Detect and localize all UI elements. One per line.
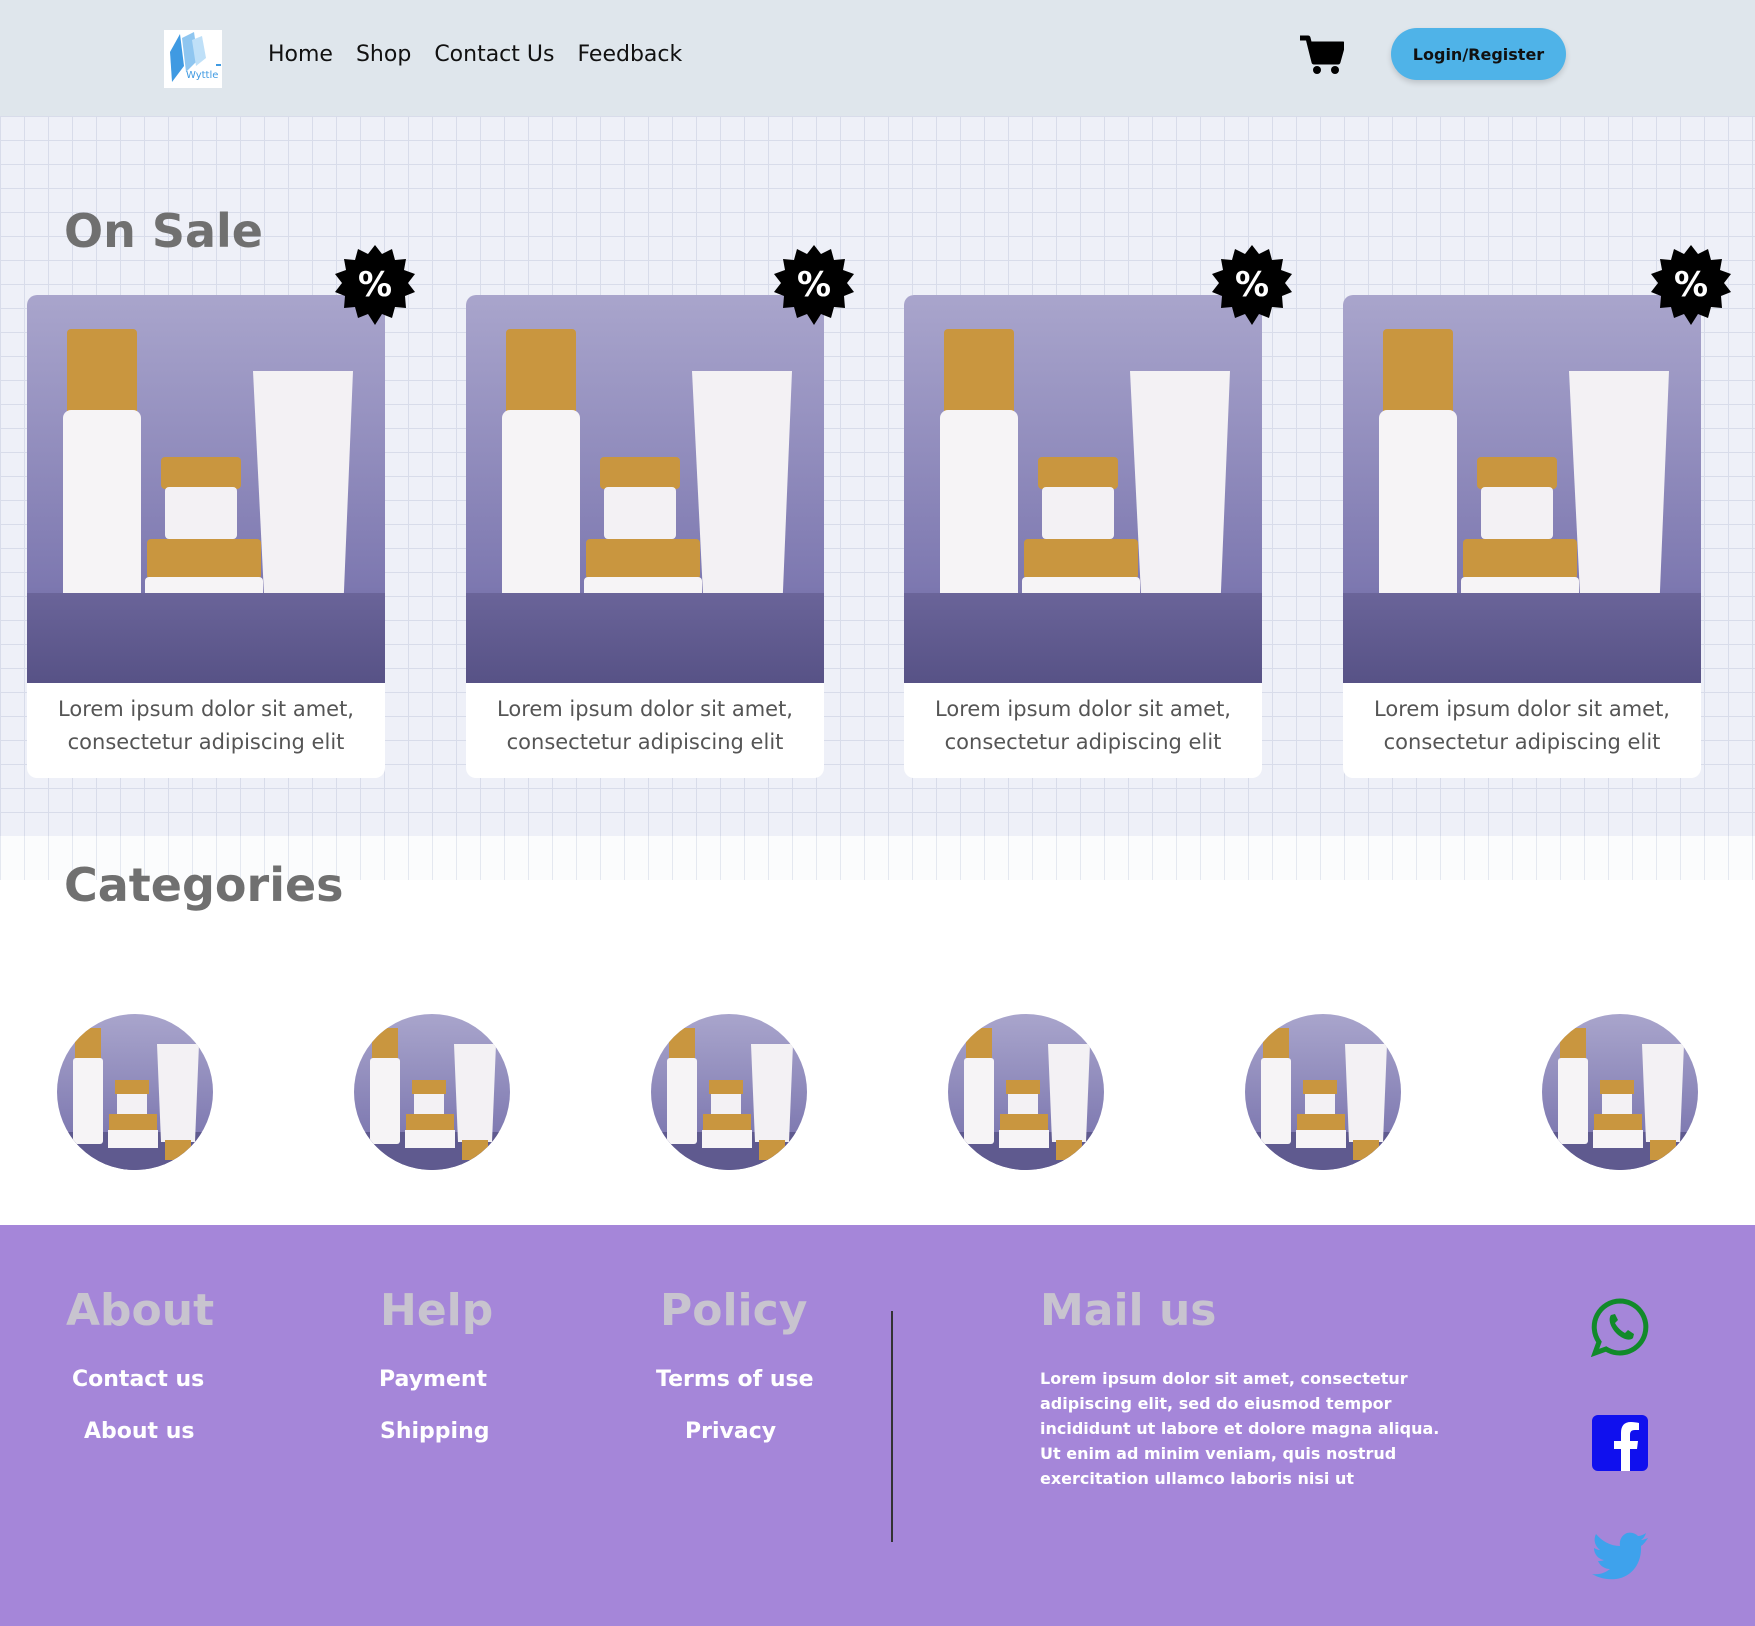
twitter-icon[interactable]: [1590, 1528, 1650, 1588]
nav-contact-us[interactable]: Contact Us: [434, 40, 554, 70]
category-item[interactable]: [651, 1014, 807, 1170]
logo-text: Wyttle: [186, 70, 219, 81]
main-nav: Home Shop Contact Us Feedback: [268, 40, 705, 70]
footer-link-contact-us[interactable]: Contact us: [72, 1367, 204, 1392]
category-image: [1542, 1028, 1698, 1170]
footer-help-title: Help: [380, 1285, 494, 1336]
category-image: [1245, 1028, 1401, 1170]
product-image: [904, 295, 1262, 683]
category-image: [354, 1028, 510, 1170]
product-card[interactable]: Lorem ipsum dolor sit amet, consectetur …: [1343, 245, 1731, 778]
product-image: [466, 295, 824, 683]
on-sale-title: On Sale: [64, 204, 264, 258]
cart-icon[interactable]: [1300, 35, 1346, 75]
discount-badge-icon: %: [1212, 245, 1292, 325]
footer-mail-text: Lorem ipsum dolor sit amet, consectetur …: [1040, 1369, 1440, 1488]
whatsapp-icon[interactable]: [1590, 1297, 1650, 1358]
product-card[interactable]: Lorem ipsum dolor sit amet, consectetur …: [27, 245, 415, 778]
category-item[interactable]: [1542, 1014, 1698, 1170]
discount-badge-icon: %: [335, 245, 415, 325]
facebook-icon[interactable]: [1590, 1413, 1650, 1473]
category-item[interactable]: [1245, 1014, 1401, 1170]
product-caption: Lorem ipsum dolor sit amet, consectetur …: [58, 697, 354, 754]
discount-badge-icon: %: [1651, 245, 1731, 325]
nav-feedback[interactable]: Feedback: [577, 40, 682, 70]
category-image: [57, 1028, 213, 1170]
product-card[interactable]: Lorem ipsum dolor sit amet, consectetur …: [904, 245, 1292, 778]
nav-shop[interactable]: Shop: [356, 40, 411, 70]
svg-text:%: %: [1235, 265, 1269, 305]
svg-text:%: %: [1674, 265, 1708, 305]
svg-text:%: %: [358, 265, 392, 305]
product-caption: Lorem ipsum dolor sit amet, consectetur …: [1374, 697, 1670, 754]
footer-link-privacy[interactable]: Privacy: [685, 1419, 776, 1444]
category-item[interactable]: [354, 1014, 510, 1170]
category-image: [651, 1028, 807, 1170]
site-header: Wyttle Home Shop Contact Us Feedback Log…: [0, 0, 1755, 116]
product-image: [27, 295, 385, 683]
login-register-button[interactable]: Login/Register: [1391, 28, 1566, 80]
svg-text:%: %: [797, 265, 831, 305]
nav-home[interactable]: Home: [268, 40, 333, 70]
footer-link-about-us[interactable]: About us: [84, 1419, 194, 1444]
footer-divider: [891, 1311, 893, 1542]
logo[interactable]: Wyttle: [164, 30, 222, 88]
footer-about-title: About: [66, 1285, 215, 1336]
footer-link-shipping[interactable]: Shipping: [380, 1419, 490, 1444]
category-item[interactable]: [57, 1014, 213, 1170]
product-caption: Lorem ipsum dolor sit amet, consectetur …: [497, 697, 793, 754]
footer-link-terms-of-use[interactable]: Terms of use: [656, 1367, 814, 1392]
product-image: [1343, 295, 1701, 683]
footer-link-payment[interactable]: Payment: [379, 1367, 487, 1392]
footer-policy-title: Policy: [660, 1285, 808, 1336]
category-image: [948, 1028, 1104, 1170]
site-footer: [0, 1225, 1755, 1626]
product-caption: Lorem ipsum dolor sit amet, consectetur …: [935, 697, 1231, 754]
categories-title: Categories: [64, 858, 344, 912]
product-card[interactable]: Lorem ipsum dolor sit amet, consectetur …: [466, 245, 854, 778]
discount-badge-icon: %: [774, 245, 854, 325]
category-item[interactable]: [948, 1014, 1104, 1170]
footer-mail-title: Mail us: [1040, 1285, 1217, 1336]
